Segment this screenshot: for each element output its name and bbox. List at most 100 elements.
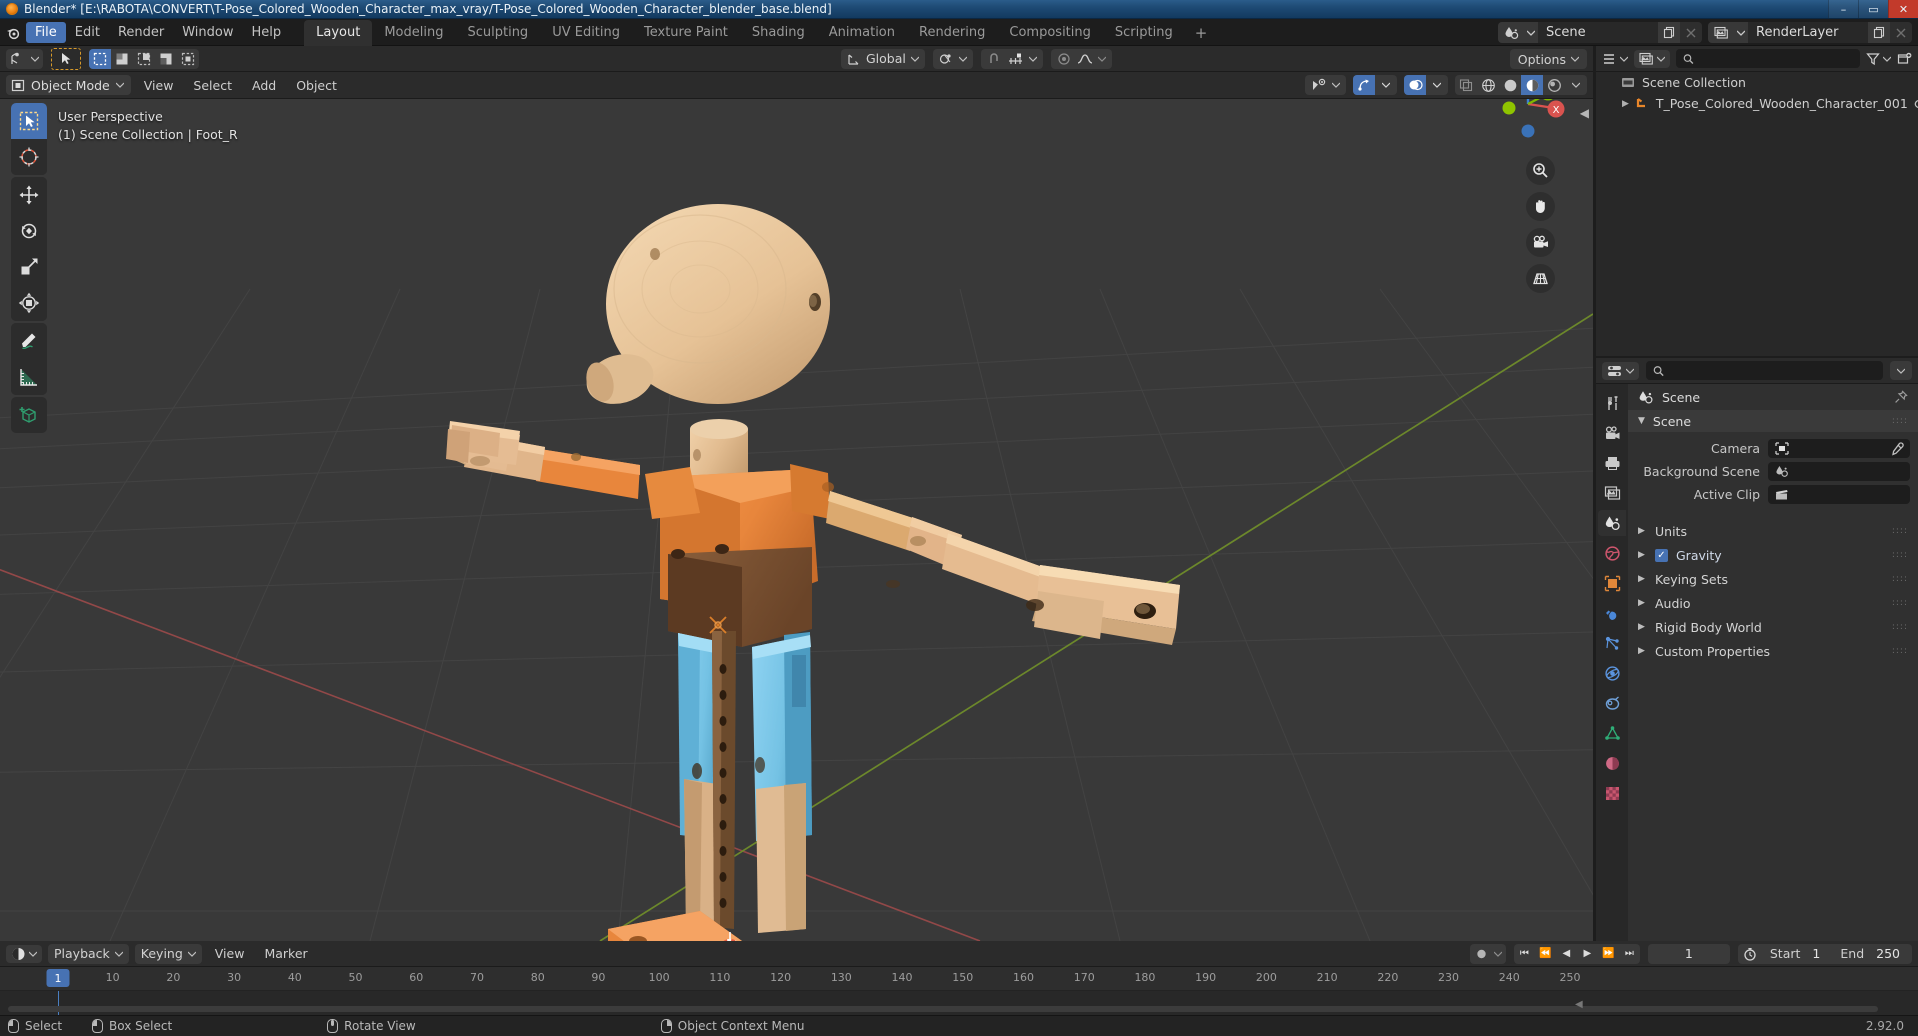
minimize-button[interactable]: – xyxy=(1828,0,1858,18)
viewport-scene-canvas[interactable] xyxy=(0,99,1593,941)
start-frame-value[interactable]: 1 xyxy=(1808,944,1832,964)
box-select-icon[interactable] xyxy=(89,48,111,69)
tab-constraint-icon[interactable] xyxy=(1598,690,1626,716)
tab-scripting[interactable]: Scripting xyxy=(1103,20,1185,46)
maximize-button[interactable]: ▭ xyxy=(1858,0,1888,18)
auto-keying-toggle[interactable] xyxy=(1469,943,1506,964)
measure-tool-icon[interactable] xyxy=(11,359,47,395)
properties-editor[interactable]: Scene ▼ Scene :::: Camera Background Sce… xyxy=(1596,358,1918,941)
camera-field[interactable] xyxy=(1768,439,1910,458)
tab-texture-icon[interactable] xyxy=(1598,780,1626,806)
snapping-controls[interactable] xyxy=(980,48,1043,69)
select-box-tool-icon[interactable] xyxy=(11,103,47,139)
cursor-tool-icon[interactable] xyxy=(11,139,47,175)
close-button[interactable]: ✕ xyxy=(1888,0,1918,18)
timeline-ruler[interactable]: 10 20 30 40 50 60 70 80 90 100 110 120 130 140 150 160 1… xyxy=(0,967,1918,991)
object-type-visibility-button[interactable] xyxy=(1305,75,1346,95)
viewport-options-button[interactable]: Options xyxy=(1509,49,1587,69)
current-frame-field[interactable]: 1 xyxy=(1647,943,1730,964)
properties-search-input[interactable] xyxy=(1646,361,1883,380)
new-collection-icon[interactable] xyxy=(1897,52,1912,66)
toggle-perspective-icon[interactable] xyxy=(1526,264,1555,293)
outliner-editor[interactable]: Scene Collection ▶ T_Pose_Colored_Wooden… xyxy=(1596,46,1918,356)
filter-funnel-icon[interactable] xyxy=(1866,52,1891,66)
tweak-select-icon[interactable] xyxy=(51,47,81,70)
toggle-xray-icon[interactable] xyxy=(1455,75,1477,95)
timeline-editor[interactable]: Playback Keying View Marker ⏮ ⏪ ◀ ▶ ⏩ ⏭ … xyxy=(0,941,1918,1015)
tab-animation[interactable]: Animation xyxy=(817,20,907,46)
add-cube-tool-icon[interactable] xyxy=(11,397,47,433)
next-keyframe-icon[interactable]: ⏩ xyxy=(1598,944,1619,964)
timeline-track-area[interactable]: ◀ xyxy=(0,991,1918,1015)
scene-dropdown-chevron-icon[interactable] xyxy=(1524,22,1538,43)
unlink-scene-button[interactable] xyxy=(1680,22,1702,43)
outliner-editor-type-button[interactable] xyxy=(1602,52,1628,66)
move-tool-icon[interactable] xyxy=(11,177,47,213)
timeline-editor-icon[interactable] xyxy=(6,944,42,963)
tab-rendering[interactable]: Rendering xyxy=(907,20,997,46)
tab-physics-icon[interactable] xyxy=(1598,660,1626,686)
menu-file[interactable]: File xyxy=(26,21,66,43)
viewport-menu-view[interactable]: View xyxy=(137,76,181,95)
active-tool-selector[interactable] xyxy=(6,48,43,69)
rotate-tool-icon[interactable] xyxy=(11,213,47,249)
menu-window[interactable]: Window xyxy=(173,22,242,43)
tab-sculpting[interactable]: Sculpting xyxy=(455,20,540,46)
zoom-icon[interactable] xyxy=(1526,156,1555,185)
camera-view-icon[interactable] xyxy=(1526,228,1555,257)
tab-render-icon[interactable] xyxy=(1598,420,1626,446)
play-icon[interactable]: ▶ xyxy=(1577,944,1598,964)
3d-viewport[interactable]: Global Options Object Mode View Select A… xyxy=(0,46,1593,941)
select-intersect-icon[interactable] xyxy=(177,49,199,69)
menu-render[interactable]: Render xyxy=(109,22,173,43)
show-gizmo-icon[interactable] xyxy=(1353,75,1375,95)
add-workspace-button[interactable]: + xyxy=(1185,20,1218,46)
outliner-search-input[interactable] xyxy=(1676,49,1860,68)
solid-shading-icon[interactable] xyxy=(1499,75,1521,95)
object-visibility-eye-icon[interactable] xyxy=(1914,98,1918,110)
overlays-options-chevron-icon[interactable] xyxy=(1426,75,1448,95)
tab-texture-paint[interactable]: Texture Paint xyxy=(632,20,740,46)
tab-view-layer-icon[interactable] xyxy=(1598,480,1626,506)
tab-output-icon[interactable] xyxy=(1598,450,1626,476)
remove-view-layer-button[interactable] xyxy=(1890,22,1912,43)
prev-keyframe-icon[interactable]: ⏪ xyxy=(1535,944,1556,964)
tab-uv-editing[interactable]: UV Editing xyxy=(540,20,632,46)
tab-layout[interactable]: Layout xyxy=(304,19,373,46)
tab-modeling[interactable]: Modeling xyxy=(372,20,455,46)
tab-modifier-icon[interactable] xyxy=(1598,600,1626,626)
timeline-menu-view[interactable]: View xyxy=(208,944,252,963)
scene-panel-header[interactable]: ▼ Scene :::: xyxy=(1628,410,1918,432)
active-clip-field[interactable] xyxy=(1768,485,1910,504)
viewport-menu-object[interactable]: Object xyxy=(289,76,344,95)
scene-name-field[interactable]: Scene xyxy=(1538,22,1658,43)
object-expand-icon[interactable]: ▶ xyxy=(1622,99,1629,109)
section-gravity[interactable]: ▶ ✓ Gravity :::: xyxy=(1628,543,1918,567)
show-overlays-icon[interactable] xyxy=(1404,75,1426,95)
properties-editor-icon[interactable] xyxy=(1602,361,1639,380)
tab-object-data-icon[interactable] xyxy=(1598,720,1626,746)
timeline-scroll-left-arrow-icon[interactable]: ◀ xyxy=(1575,999,1583,1010)
tab-compositing[interactable]: Compositing xyxy=(997,20,1103,46)
timeline-menu-keying[interactable]: Keying xyxy=(134,943,202,964)
blender-menu-icon[interactable] xyxy=(0,19,26,46)
section-rigid-body-world[interactable]: ▶ Rigid Body World :::: xyxy=(1628,615,1918,639)
outliner-row-scene-collection[interactable]: Scene Collection xyxy=(1596,72,1918,93)
camera-eyedropper-icon[interactable] xyxy=(1890,441,1904,456)
pivot-point-selector[interactable] xyxy=(932,48,973,69)
play-reverse-icon[interactable]: ◀ xyxy=(1556,944,1577,964)
timeline-current-frame-badge[interactable]: 1 xyxy=(46,969,70,987)
timeline-menu-playback[interactable]: Playback xyxy=(48,943,129,964)
proportional-editing-controls[interactable] xyxy=(1050,48,1112,69)
select-extend-icon[interactable] xyxy=(111,49,133,69)
sidebar-collapse-icon[interactable]: ◀ xyxy=(1580,106,1589,120)
new-scene-button[interactable] xyxy=(1658,22,1680,43)
shading-options-chevron-icon[interactable] xyxy=(1565,75,1587,95)
background-scene-field[interactable] xyxy=(1768,462,1910,481)
outliner-row-character-object[interactable]: ▶ T_Pose_Colored_Wooden_Character_001 xyxy=(1596,93,1918,114)
section-keying-sets[interactable]: ▶ Keying Sets :::: xyxy=(1628,567,1918,591)
rendered-shading-icon[interactable] xyxy=(1543,75,1565,95)
transform-orientation-selector[interactable]: Global xyxy=(841,48,925,69)
tab-scene-icon[interactable] xyxy=(1598,510,1626,536)
jump-end-icon[interactable]: ⏭ xyxy=(1619,944,1640,964)
